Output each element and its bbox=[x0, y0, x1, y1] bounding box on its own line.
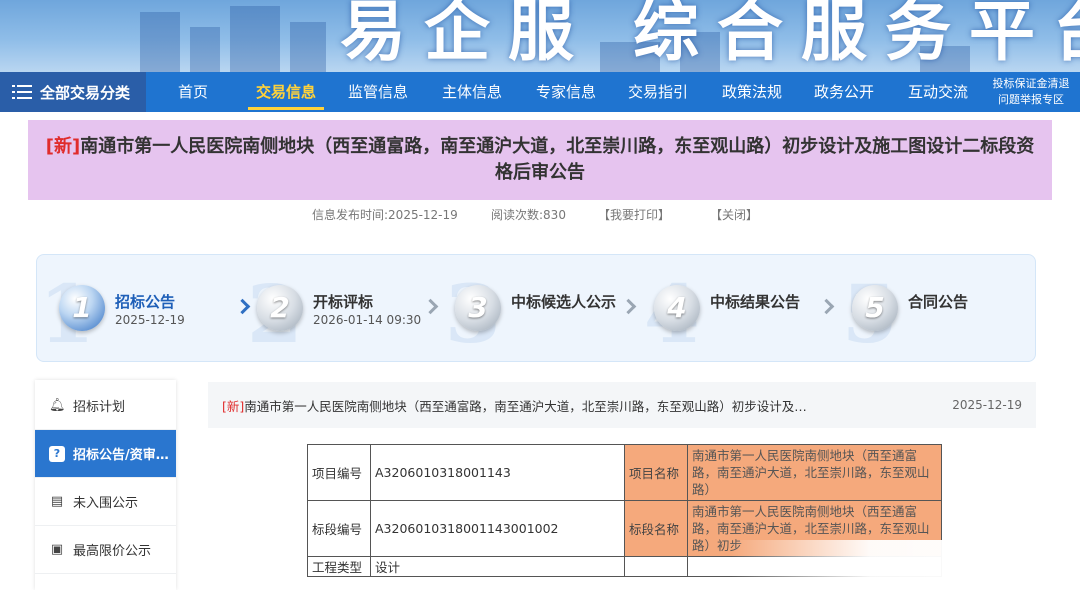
step-contract-notice[interactable]: 5 5 合同公告 bbox=[832, 255, 1032, 363]
table-row: 项目编号 A3206010318001143 项目名称 南通市第一人民医院南侧地… bbox=[307, 444, 942, 501]
price-check-icon: ▣ bbox=[50, 541, 64, 557]
step-name: 开标评标 bbox=[313, 293, 374, 311]
table-cell-label: 项目名称 bbox=[624, 444, 688, 501]
all-categories-button[interactable]: 全部交易分类 bbox=[0, 72, 146, 112]
nav-item-policy[interactable]: 政策法规 bbox=[714, 72, 790, 112]
special-line-1: 投标保证金清退 bbox=[992, 77, 1070, 90]
table-cell-value: 南通市第一人民医院南侧地块（西至通富路，南至通沪大道，北至崇川路，东至观山路） bbox=[687, 444, 942, 501]
print-link[interactable]: 【我要打印】 bbox=[598, 206, 670, 223]
notice-title-box: [新]南通市第一人民医院南侧地块（西至通富路，南至通沪大道，北至崇川路，东至观山… bbox=[28, 120, 1052, 200]
sidebar: 🔔︎ 招标计划 ? 招标公告/资审… ▤ 未入围公示 ▣ 最高限价公示 bbox=[35, 380, 176, 590]
nav-item-interaction[interactable]: 互动交流 bbox=[900, 72, 976, 112]
bell-icon: 🔔︎ bbox=[49, 397, 66, 413]
notice-title: 南通市第一人民医院南侧地块（西至通富路，南至通沪大道，北至崇川路，东至观山路）初… bbox=[80, 136, 1035, 183]
chevron-right-icon bbox=[623, 299, 633, 313]
process-steps: 1 1 招标公告 2025-12-19 2 2 开标评标 2026-01-14 … bbox=[36, 254, 1036, 362]
step-candidate-notice[interactable]: 3 3 中标候选人公示 bbox=[435, 255, 635, 363]
step-number: 1 bbox=[59, 285, 105, 331]
table-cell-value: 设计 bbox=[370, 556, 625, 577]
content-date: 2025-12-19 bbox=[952, 398, 1022, 412]
close-link[interactable]: 【关闭】 bbox=[710, 206, 758, 223]
table-cell-label: 工程类型 bbox=[307, 556, 371, 577]
step-number: 4 bbox=[654, 285, 700, 331]
new-badge: [新] bbox=[45, 136, 81, 157]
nav-item-experts[interactable]: 专家信息 bbox=[528, 72, 604, 112]
sidebar-item-bid-plan[interactable]: 🔔︎ 招标计划 bbox=[35, 382, 176, 430]
page-title: [新]南通市第一人民医院南侧地块（西至通富路，南至通沪大道，北至崇川路，东至观山… bbox=[44, 134, 1036, 186]
sidebar-item-label: 最高限价公示 bbox=[73, 544, 152, 559]
step-bid-opening[interactable]: 2 2 开标评标 2026-01-14 09:30 bbox=[237, 255, 437, 363]
notice-icon: ? bbox=[49, 445, 65, 462]
step-number: 3 bbox=[455, 285, 501, 331]
special-line-2: 问题举报专区 bbox=[998, 93, 1064, 106]
table-cell-label: 项目编号 bbox=[307, 444, 371, 501]
nav-item-gov-affairs[interactable]: 政务公开 bbox=[806, 72, 882, 112]
step-name: 中标候选人公示 bbox=[511, 293, 617, 311]
sidebar-item-label: 招标计划 bbox=[73, 400, 126, 415]
watermark-fade bbox=[730, 540, 1080, 590]
sidebar-item-label: 未入围公示 bbox=[73, 496, 139, 511]
step-date: 2026-01-14 09:30 bbox=[313, 313, 422, 327]
main-nav: 全部交易分类 首页 交易信息 监管信息 主体信息 专家信息 交易指引 政策法规 … bbox=[0, 72, 1080, 112]
step-bid-notice[interactable]: 1 1 招标公告 2025-12-19 bbox=[37, 255, 237, 363]
step-date: 2025-12-19 bbox=[115, 313, 185, 327]
sidebar-item-max-price[interactable]: ▣ 最高限价公示 bbox=[35, 526, 176, 574]
table-cell-value: A3206010318001143 bbox=[370, 444, 625, 501]
nav-item-entity[interactable]: 主体信息 bbox=[434, 72, 510, 112]
step-name: 中标结果公告 bbox=[710, 293, 801, 311]
table-cell-label: 标段名称 bbox=[624, 500, 688, 557]
content-headline-bar: [新] 南通市第一人民医院南侧地块（西至通富路，南至通沪大道，北至崇川路，东至观山… bbox=[208, 382, 1036, 428]
nav-item-home[interactable]: 首页 bbox=[162, 72, 224, 112]
sidebar-item-label: 招标公告/资审… bbox=[73, 448, 169, 463]
nav-item-guide[interactable]: 交易指引 bbox=[620, 72, 696, 112]
step-number: 2 bbox=[257, 285, 303, 331]
nav-item-supervision[interactable]: 监管信息 bbox=[340, 72, 416, 112]
nav-item-trade-info[interactable]: 交易信息 bbox=[248, 72, 324, 112]
read-count: 阅读次数:830 bbox=[491, 208, 566, 222]
header-banner: 易企服 综合服务平台 bbox=[0, 0, 1080, 72]
table-cell-label bbox=[624, 556, 688, 577]
banner-slogan: 易企服 综合服务平台 bbox=[340, 0, 1080, 70]
menu-icon bbox=[12, 85, 32, 99]
sidebar-item-bid-notice[interactable]: ? 招标公告/资审… bbox=[35, 430, 176, 478]
chevron-right-icon bbox=[425, 299, 435, 313]
deposit-report-link[interactable]: 投标保证金清退 问题举报专区 bbox=[988, 76, 1074, 108]
step-name: 合同公告 bbox=[908, 293, 969, 311]
briefcase-icon: ▤ bbox=[50, 493, 64, 509]
content-headline: 南通市第一人民医院南侧地块（西至通富路，南至通沪大道，北至崇川路，东至观山路）初… bbox=[244, 398, 807, 414]
publish-time: 信息发布时间:2025-12-19 bbox=[312, 208, 458, 222]
notice-meta: 信息发布时间:2025-12-19 阅读次数:830 【我要打印】 【关闭】 bbox=[0, 206, 1080, 224]
chevron-right-icon bbox=[821, 299, 831, 313]
sidebar-item-not-shortlisted[interactable]: ▤ 未入围公示 bbox=[35, 478, 176, 526]
step-name: 招标公告 bbox=[115, 293, 176, 311]
step-number: 5 bbox=[852, 285, 898, 331]
table-cell-value: A3206010318001143001002 bbox=[370, 500, 625, 557]
all-categories-label: 全部交易分类 bbox=[40, 83, 131, 102]
table-cell-label: 标段编号 bbox=[307, 500, 371, 557]
step-result-notice[interactable]: 4 4 中标结果公告 bbox=[634, 255, 834, 363]
new-badge: [新] bbox=[222, 398, 245, 414]
